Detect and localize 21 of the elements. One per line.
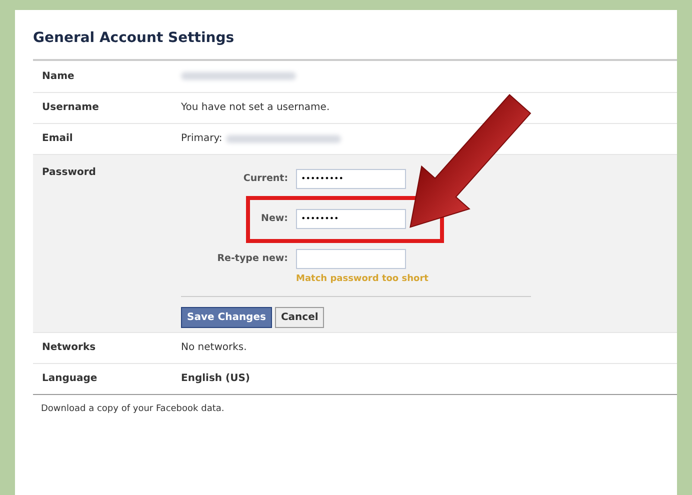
field-label: Re-type new: bbox=[217, 253, 288, 264]
save-button[interactable]: Save Changes bbox=[181, 306, 272, 328]
row-value: You have not set a username. bbox=[181, 101, 330, 116]
row-label: Username bbox=[41, 101, 100, 116]
password-field[interactable]: ••••••••• bbox=[296, 168, 406, 189]
row-label: Language bbox=[41, 372, 98, 386]
password-field[interactable]: •••••••• bbox=[296, 208, 406, 229]
field-label: New: bbox=[261, 213, 288, 224]
page-title: General Account Settings bbox=[33, 29, 236, 48]
row-label: Email bbox=[41, 132, 74, 146]
field-label: Current: bbox=[243, 173, 288, 184]
row-label: Password bbox=[41, 166, 97, 180]
row-value: English (US) bbox=[181, 372, 250, 386]
row-label: Networks bbox=[41, 341, 97, 356]
cancel-button[interactable]: Cancel bbox=[274, 306, 324, 328]
row-value: Primary: bbox=[181, 132, 222, 146]
hint-text: Match password too short bbox=[296, 273, 428, 286]
download-link[interactable]: Download a copy of your Facebook data. bbox=[41, 404, 224, 414]
password-field[interactable] bbox=[296, 248, 406, 269]
row-label: Name bbox=[41, 70, 76, 84]
row-value: No networks. bbox=[181, 341, 247, 356]
